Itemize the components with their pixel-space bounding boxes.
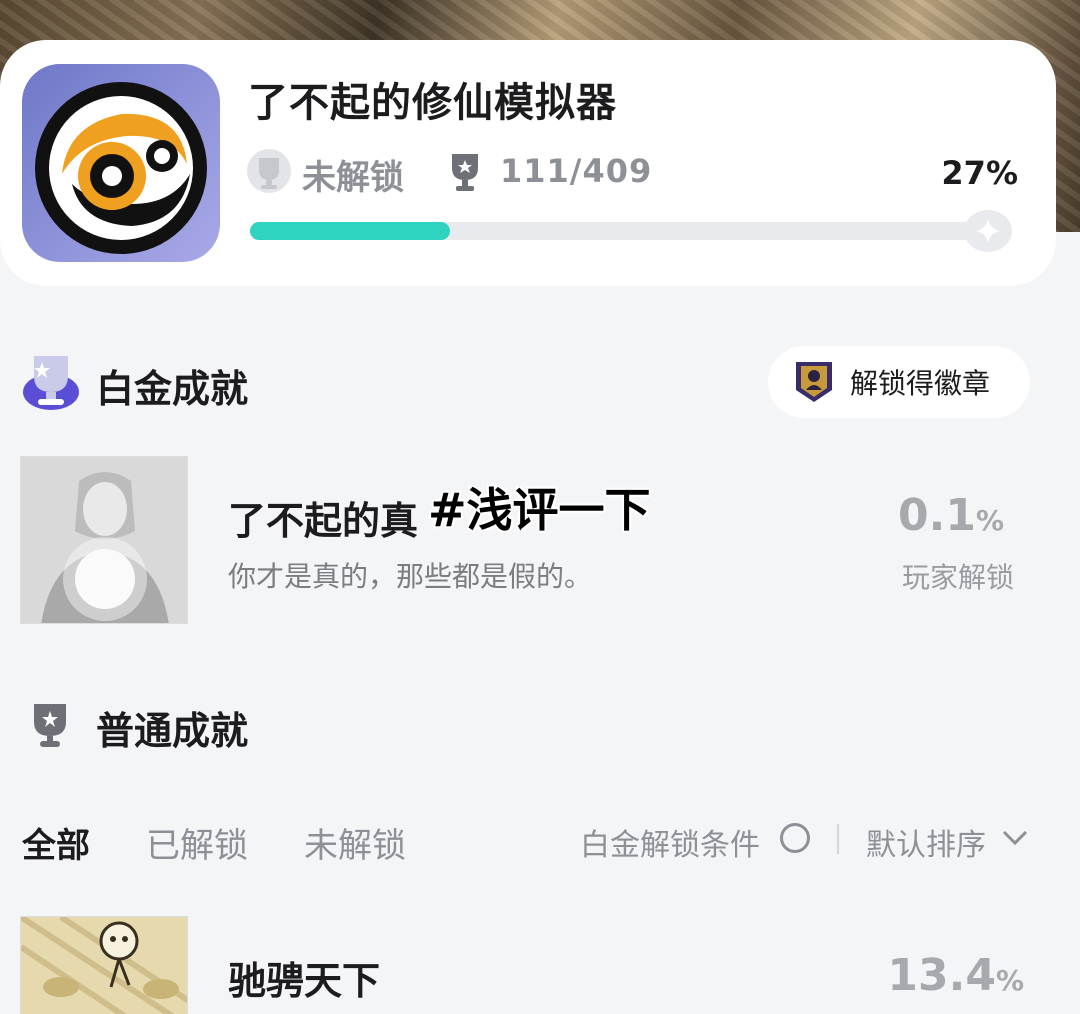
- progress-fill: [250, 222, 450, 240]
- lock-status: 未解锁: [302, 158, 404, 198]
- app-icon: [22, 64, 220, 262]
- normal-section-title: 普通成就: [96, 709, 249, 753]
- unlock-badge-button[interactable]: 解锁得徽章: [768, 346, 1030, 418]
- circle-icon[interactable]: [780, 823, 810, 853]
- platinum-rate-value: 0.1: [897, 490, 976, 541]
- sort-dropdown[interactable]: 默认排序: [866, 820, 986, 864]
- platinum-section-title: 白金成就: [96, 367, 249, 411]
- tab-all[interactable]: 全部: [22, 818, 90, 867]
- completion-percent: 27%: [941, 154, 1018, 192]
- tab-unlocked[interactable]: 已解锁: [146, 818, 248, 867]
- trophy-icon: [34, 704, 66, 747]
- normal-unlock-rate: 13.4%: [887, 950, 1024, 1001]
- trophy-count: 111/409: [500, 152, 653, 190]
- badge-button-label: 解锁得徽章: [850, 367, 991, 400]
- progress-bar: [250, 222, 990, 240]
- platinum-achievement-image: [20, 456, 188, 624]
- badge-icon: [796, 362, 832, 402]
- normal-rate-unit: %: [995, 964, 1024, 997]
- normal-achievement-name: 驰骋天下: [228, 959, 381, 1003]
- chevron-down-icon[interactable]: [1000, 826, 1030, 850]
- platinum-trophy-icon: [23, 356, 79, 410]
- platinum-rate-unit: %: [975, 504, 1004, 537]
- trophy-icon: [452, 154, 478, 191]
- platinum-achievement-name: 了不起的真: [228, 499, 419, 543]
- game-header-card: 了不起的修仙模拟器 未解锁 111/409 27%: [0, 40, 1056, 286]
- trophy-silver-icon: [247, 149, 291, 193]
- normal-achievement-image: [20, 916, 188, 1014]
- platinum-condition-label[interactable]: 白金解锁条件: [580, 820, 760, 864]
- star-icon: [964, 210, 1012, 252]
- normal-rate-value: 13.4: [887, 950, 996, 1001]
- platinum-unlock-label: 玩家解锁: [901, 561, 1014, 594]
- platinum-unlock-rate: 0.1%: [898, 490, 1004, 541]
- divider: [837, 824, 839, 854]
- app-title: 了不起的修仙模拟器: [248, 80, 617, 126]
- tab-locked[interactable]: 未解锁: [304, 818, 406, 867]
- overlay-hashtag: #浅评一下: [428, 483, 651, 537]
- platinum-achievement-description: 你才是真的，那些都是假的。: [228, 560, 593, 593]
